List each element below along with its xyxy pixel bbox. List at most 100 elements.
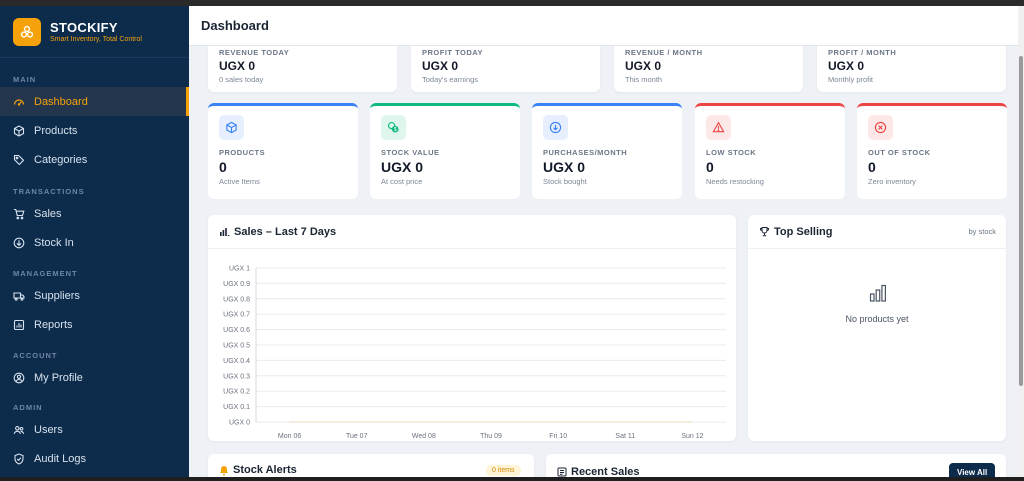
- truck-icon: [13, 291, 25, 301]
- stat-value: 0: [219, 159, 227, 175]
- y-tick-label: UGX 0.7: [223, 312, 250, 319]
- x-tick-label: Fri 10: [549, 433, 567, 440]
- report-icon: [13, 319, 25, 330]
- arrow-down-circle-icon: [13, 237, 25, 248]
- bar-chart-icon: [220, 228, 230, 236]
- sidebar-item-stock-in[interactable]: Stock In: [0, 228, 189, 257]
- y-tick-label: UGX 0.6: [223, 327, 250, 334]
- summary-sub: Monthly profit: [828, 75, 874, 84]
- summary-value: UGX 0: [219, 59, 256, 73]
- summary-value: UGX 0: [625, 59, 662, 73]
- x-tick-label: Mon 06: [278, 433, 301, 440]
- stat-card-stock-value[interactable]: $ STOCK VALUE UGX 0 At cost price: [370, 103, 520, 199]
- sales-chart-header: Sales – Last 7 Days: [208, 215, 736, 249]
- view-all-button[interactable]: View All: [949, 463, 996, 477]
- summary-sub: Today's earnings: [422, 75, 479, 84]
- top-selling-header: Top Selling by stock: [748, 215, 1006, 249]
- brand-name: STOCKIFY: [50, 20, 118, 35]
- sidebar-item-dashboard[interactable]: Dashboard: [0, 87, 189, 116]
- main-scrollbar[interactable]: [1018, 6, 1024, 477]
- x-tick-label: Thu 09: [480, 433, 502, 440]
- stat-value: UGX 0: [543, 159, 586, 175]
- y-tick-label: UGX 0.9: [223, 281, 250, 288]
- stat-label: OUT OF STOCK: [868, 148, 931, 157]
- page-title: Dashboard: [201, 18, 269, 33]
- warning-icon: [706, 115, 731, 140]
- y-tick-label: UGX 0.4: [223, 358, 250, 365]
- section-label-account: ACCOUNT: [13, 351, 58, 360]
- brand[interactable]: STOCKIFY Smart Inventory, Total Control: [0, 6, 189, 58]
- y-tick-label: UGX 0.1: [223, 404, 250, 411]
- svg-text:$: $: [394, 127, 397, 133]
- sidebar-item-label: Dashboard: [34, 95, 88, 108]
- recent-sales-title: Recent Sales: [571, 466, 640, 477]
- stock-alerts-count-badge: 0 items: [486, 465, 521, 476]
- summary-sub: This month: [625, 75, 663, 84]
- page-header: Dashboard: [189, 6, 1018, 46]
- stat-card-purchases-month[interactable]: PURCHASES/MONTH UGX 0 Stock bought: [532, 103, 682, 199]
- main-content: REVENUE TODAY UGX 0 0 sales today PROFIT…: [189, 6, 1018, 477]
- section-label-admin: ADMIN: [13, 403, 43, 412]
- sidebar-item-my-profile[interactable]: My Profile: [0, 363, 189, 392]
- top-selling-empty-text: No products yet: [845, 314, 909, 324]
- sidebar-item-categories[interactable]: Categories: [0, 145, 189, 174]
- summary-sub: 0 sales today: [219, 75, 264, 84]
- money-icon: $: [381, 115, 406, 140]
- stat-card-low-stock[interactable]: LOW STOCK 0 Needs restocking: [695, 103, 845, 199]
- top-selling-note: by stock: [968, 227, 996, 236]
- sidebar-item-label: Users: [34, 423, 63, 436]
- users-icon: [13, 425, 25, 434]
- scrollbar-thumb[interactable]: [1019, 56, 1023, 386]
- cube-icon: [219, 115, 244, 140]
- sales-chart-panel: Sales – Last 7 Days UGX 0 UGX 0.1 UGX 0.2 U…: [208, 215, 736, 441]
- stat-card-products[interactable]: PRODUCTS 0 Active Items: [208, 103, 358, 199]
- stat-sub: Needs restocking: [706, 177, 764, 186]
- x-tick-label: Tue 07: [346, 433, 368, 440]
- summary-value: UGX 0: [422, 59, 459, 73]
- stat-sub: Stock bought: [543, 177, 587, 186]
- top-selling-title: Top Selling: [774, 225, 833, 238]
- gauge-icon: [13, 98, 25, 106]
- user-circle-icon: [13, 372, 25, 383]
- tag-icon: [13, 154, 25, 165]
- stat-sub: At cost price: [381, 177, 423, 186]
- sidebar-item-sales[interactable]: Sales: [0, 199, 189, 228]
- sidebar-item-reports[interactable]: Reports: [0, 310, 189, 339]
- recent-sales-panel: Recent Sales View All: [546, 454, 1006, 477]
- sidebar-item-suppliers[interactable]: Suppliers: [0, 281, 189, 310]
- y-tick-label: UGX 0.8: [223, 296, 250, 303]
- sidebar-item-label: Audit Logs: [34, 452, 86, 465]
- y-tick-label: UGX 0.2: [223, 389, 250, 396]
- brand-tagline: Smart Inventory, Total Control: [50, 36, 142, 43]
- x-circle-icon: [868, 115, 893, 140]
- sidebar-item-label: My Profile: [34, 371, 83, 384]
- summary-label: PROFIT TODAY: [422, 48, 484, 57]
- summary-label: REVENUE TODAY: [219, 48, 290, 57]
- stat-card-out-of-stock[interactable]: OUT OF STOCK 0 Zero inventory: [857, 103, 1007, 199]
- section-label-transactions: TRANSACTIONS: [13, 187, 85, 196]
- stat-label: PRODUCTS: [219, 148, 266, 157]
- summary-label: PROFIT / MONTH: [828, 48, 897, 57]
- summary-value: UGX 0: [828, 59, 865, 73]
- stat-sub: Zero inventory: [868, 177, 916, 186]
- receipt-icon: [557, 467, 567, 477]
- box-icon: [13, 124, 25, 137]
- stat-label: LOW STOCK: [706, 148, 757, 157]
- empty-bar-chart-icon: [869, 284, 887, 307]
- summary-label: REVENUE / MONTH: [625, 48, 703, 57]
- sidebar-item-label: Stock In: [34, 236, 74, 249]
- y-tick-label: UGX 0: [229, 420, 250, 427]
- sidebar-item-products[interactable]: Products: [0, 116, 189, 145]
- sidebar-item-label: Categories: [34, 153, 88, 166]
- sidebar-item-audit-logs[interactable]: Audit Logs: [0, 444, 189, 473]
- sidebar-item-label: Suppliers: [34, 289, 80, 302]
- stat-value: 0: [868, 159, 876, 175]
- sidebar-item-label: Reports: [34, 318, 73, 331]
- x-tick-label: Sat 11: [615, 433, 635, 440]
- sidebar-item-users[interactable]: Users: [0, 415, 189, 444]
- section-label-main: MAIN: [13, 75, 37, 84]
- y-tick-label: UGX 0.3: [223, 373, 250, 380]
- stock-alerts-title: Stock Alerts: [233, 464, 297, 476]
- y-tick-label: UGX 1: [229, 266, 250, 273]
- stat-sub: Active Items: [219, 177, 260, 186]
